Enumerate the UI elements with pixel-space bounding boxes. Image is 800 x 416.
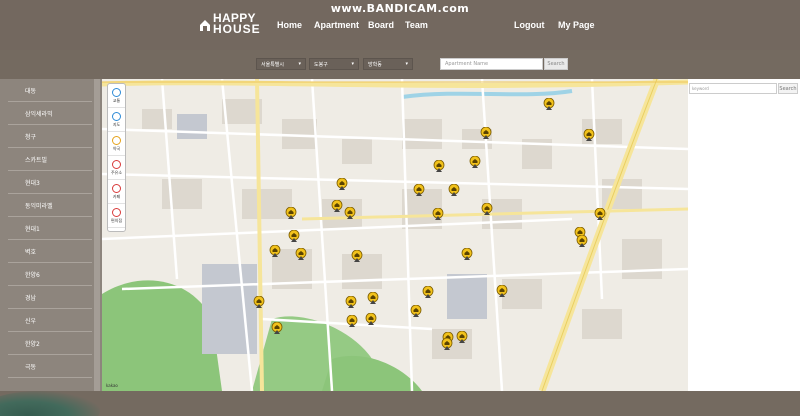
- page-footer: [0, 391, 800, 416]
- apartment-list-item[interactable]: 한양6: [8, 263, 92, 286]
- map-control-label: 약국: [112, 145, 121, 151]
- city-select[interactable]: 서울특별시 ▾: [256, 58, 306, 70]
- apartment-marker-icon[interactable]: [269, 244, 281, 258]
- apartment-list-item[interactable]: 삼익세라믹: [8, 102, 92, 125]
- nav-mypage[interactable]: My Page: [558, 20, 595, 30]
- apartment-marker-icon[interactable]: [345, 295, 357, 309]
- pharmacy-icon: [112, 135, 121, 145]
- apartment-list-item[interactable]: 대동: [8, 79, 92, 102]
- keyword-input[interactable]: keyword: [689, 83, 777, 94]
- map-view[interactable]: 교통지도약국주유소카페편의점 kakao: [102, 79, 688, 391]
- apartment-marker-icon[interactable]: [422, 285, 434, 299]
- map-control-label: 주유소: [110, 169, 123, 175]
- apartment-marker-icon[interactable]: [433, 159, 445, 173]
- apartment-list-item[interactable]: 경남: [8, 286, 92, 309]
- brand-line-2: HOUSE: [213, 22, 261, 36]
- apartment-marker-icon[interactable]: [456, 330, 468, 344]
- map-control-convenience-store[interactable]: 편의점: [108, 204, 125, 228]
- convenience-store-icon: [112, 207, 121, 217]
- district-select[interactable]: 도봉구 ▾: [309, 58, 359, 70]
- apartment-marker-icon[interactable]: [351, 249, 363, 263]
- city-select-value: 서울특별시: [261, 61, 285, 68]
- apartment-marker-icon[interactable]: [594, 207, 606, 221]
- apartment-list-item[interactable]: 현대3: [8, 171, 92, 194]
- apartment-marker-icon[interactable]: [576, 234, 588, 248]
- apartment-marker-icon[interactable]: [288, 229, 300, 243]
- map-control-gas-station[interactable]: 주유소: [108, 156, 125, 180]
- map-control-label: 편의점: [110, 217, 123, 223]
- apartment-list-item[interactable]: 한양2: [8, 332, 92, 355]
- chevron-down-icon: ▾: [351, 61, 354, 67]
- apartment-list-item[interactable]: 현대1: [8, 217, 92, 240]
- apartment-marker-icon[interactable]: [331, 199, 343, 213]
- apartment-marker-icon[interactable]: [253, 295, 265, 309]
- apartment-marker-icon[interactable]: [583, 128, 595, 142]
- apartment-list-item[interactable]: 극동: [8, 355, 92, 378]
- gas-station-icon: [112, 159, 121, 169]
- chevron-down-icon: ▾: [298, 61, 301, 67]
- nav-board[interactable]: Board: [368, 20, 394, 30]
- apartment-list-item[interactable]: 신우: [8, 309, 92, 332]
- map-control-label: 교통: [112, 97, 121, 103]
- apartment-marker-icon[interactable]: [344, 206, 356, 220]
- traffic-icon: [112, 87, 121, 97]
- map-control-traffic[interactable]: 교통: [108, 84, 125, 108]
- search-bar: 서울특별시 ▾ 도봉구 ▾ 방학동 ▾ Apartment Name Search: [0, 50, 800, 78]
- recording-watermark: www.BANDICAM.com: [330, 2, 470, 15]
- district-select-value: 도봉구: [314, 61, 328, 68]
- map-control-label: 지도: [112, 121, 121, 127]
- search-button[interactable]: Search: [544, 58, 568, 70]
- apartment-list-item[interactable]: 스카트빌: [8, 148, 92, 171]
- map-category-controls: 교통지도약국주유소카페편의점: [107, 83, 126, 232]
- dong-select[interactable]: 방학동 ▾: [363, 58, 413, 70]
- apartment-marker-icon[interactable]: [413, 183, 425, 197]
- brand-logo[interactable]: HAPPY HOUSE: [199, 12, 261, 36]
- list-scrollbar[interactable]: [94, 79, 100, 391]
- apartment-marker-icon[interactable]: [346, 314, 358, 328]
- apartment-marker-icon[interactable]: [543, 97, 555, 111]
- apartment-marker-icon[interactable]: [285, 206, 297, 220]
- apartment-marker-icon[interactable]: [448, 183, 460, 197]
- apartment-marker-icon[interactable]: [336, 177, 348, 191]
- map-attribution: kakao: [106, 383, 118, 388]
- keyword-search-panel: keyword Search: [688, 79, 800, 391]
- apartment-marker-icon[interactable]: [295, 247, 307, 261]
- map-control-pharmacy[interactable]: 약국: [108, 132, 125, 156]
- apartment-marker-icon[interactable]: [367, 291, 379, 305]
- apartment-marker-icon[interactable]: [469, 155, 481, 169]
- apartment-list-panel: 대동 삼익세라믹 청구 스카트빌 현대3 동익미라벨 현대1 벽호 한양6 경남 신우 한양2 극동: [0, 79, 102, 391]
- apartment-list-item[interactable]: 벽호: [8, 240, 92, 263]
- cafe-icon: [112, 183, 121, 193]
- apartment-marker-icon[interactable]: [480, 126, 492, 140]
- map-icon: [112, 111, 121, 121]
- dong-select-value: 방학동: [368, 61, 382, 68]
- map-control-map[interactable]: 지도: [108, 108, 125, 132]
- apartment-list-item[interactable]: 동익미라벨: [8, 194, 92, 217]
- map-control-label: 카페: [112, 193, 121, 199]
- apartment-marker-icon[interactable]: [461, 247, 473, 261]
- nav-apartment[interactable]: Apartment: [314, 20, 359, 30]
- apartment-list: 대동 삼익세라믹 청구 스카트빌 현대3 동익미라벨 현대1 벽호 한양6 경남 신우 한양2 극동: [8, 79, 92, 378]
- apartment-name-input[interactable]: Apartment Name: [440, 58, 543, 70]
- map-control-cafe[interactable]: 카페: [108, 180, 125, 204]
- nav-team[interactable]: Team: [405, 20, 428, 30]
- apartment-marker-icon[interactable]: [441, 337, 453, 351]
- nav-home[interactable]: Home: [277, 20, 302, 30]
- apartment-marker-icon[interactable]: [496, 284, 508, 298]
- apartment-marker-icon[interactable]: [271, 321, 283, 335]
- apartment-marker-icon[interactable]: [481, 202, 493, 216]
- apartment-marker-icon[interactable]: [410, 304, 422, 318]
- house-icon: [199, 17, 211, 31]
- apartment-marker-icon[interactable]: [365, 312, 377, 326]
- keyword-search-button[interactable]: Search: [778, 83, 798, 94]
- apartment-marker-icon[interactable]: [432, 207, 444, 221]
- chevron-down-icon: ▾: [405, 61, 408, 67]
- map-tiles: [102, 79, 688, 391]
- footer-decoration: [0, 391, 100, 416]
- apartment-list-item[interactable]: 청구: [8, 125, 92, 148]
- nav-logout[interactable]: Logout: [514, 20, 545, 30]
